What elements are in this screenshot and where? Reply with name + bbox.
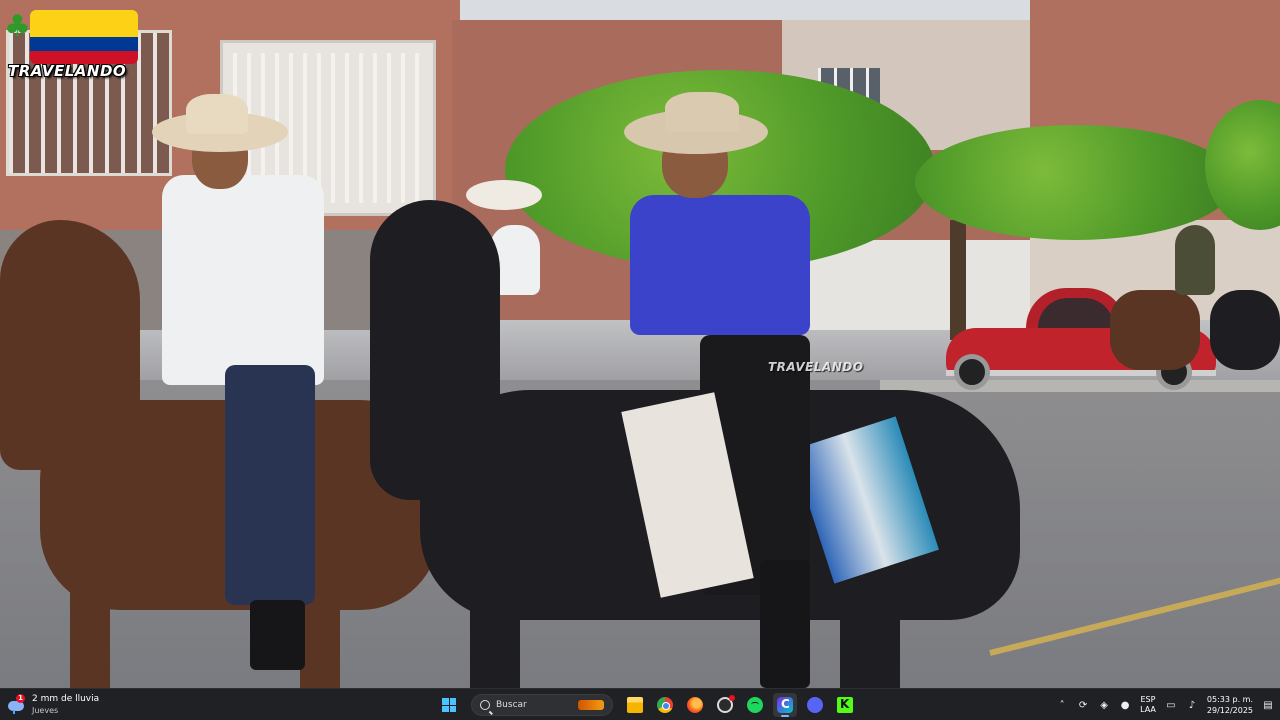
wifi-icon[interactable]: ▭ bbox=[1165, 699, 1177, 711]
kick-icon bbox=[837, 697, 853, 713]
spotify-button[interactable] bbox=[743, 693, 767, 717]
channel-logo-text: TRAVELANDO bbox=[8, 62, 127, 80]
taskbar: 1 2 mm de lluvia Jueves Buscar ˄ ⟳ ◈ bbox=[0, 688, 1280, 720]
file-explorer-button[interactable] bbox=[623, 693, 647, 717]
volume-icon[interactable]: ♪ bbox=[1186, 699, 1198, 711]
clock-time: 05:33 p. m. bbox=[1206, 695, 1253, 704]
language-indicator[interactable]: ESP LAA bbox=[1140, 695, 1156, 715]
rider-jeans bbox=[225, 365, 315, 605]
file-explorer-icon bbox=[627, 697, 643, 713]
search-icon bbox=[480, 700, 490, 710]
chrome-button[interactable] bbox=[653, 693, 677, 717]
green-tree bbox=[915, 125, 1235, 240]
start-button[interactable] bbox=[437, 693, 461, 717]
channel-logo: ♣ TRAVELANDO bbox=[4, 6, 146, 84]
discord-icon bbox=[807, 697, 823, 713]
colombia-flag-icon bbox=[30, 10, 138, 64]
horse-leg bbox=[840, 590, 900, 688]
sync-icon[interactable]: ⟳ bbox=[1077, 699, 1089, 711]
weather-widget[interactable]: 1 2 mm de lluvia Jueves bbox=[8, 692, 99, 718]
video-watermark: TRAVELANDO bbox=[768, 360, 864, 374]
horse-leg bbox=[70, 560, 110, 688]
palm-tree-icon: ♣ bbox=[4, 9, 31, 44]
discord-button[interactable] bbox=[803, 693, 827, 717]
microphone-icon[interactable]: ● bbox=[1119, 699, 1131, 711]
app-icon bbox=[717, 695, 735, 713]
rider-hat-crown bbox=[665, 92, 739, 132]
clock[interactable]: 05:33 p. m. 29/12/2025 bbox=[1207, 694, 1253, 716]
search-label: Buscar bbox=[496, 700, 527, 710]
car-wheel bbox=[954, 354, 990, 390]
background-woman-hat bbox=[466, 180, 542, 210]
windows-logo-icon bbox=[442, 698, 456, 712]
background-horse bbox=[1210, 290, 1280, 370]
keyboard-layout: LAA bbox=[1140, 705, 1156, 714]
notifications-icon[interactable]: ▤ bbox=[1262, 699, 1274, 711]
horse-leg bbox=[470, 570, 520, 688]
rider-blue-shirt bbox=[630, 195, 810, 335]
rider-hat-crown bbox=[186, 94, 248, 134]
network-icon[interactable]: ◈ bbox=[1098, 699, 1110, 711]
search-highlight-icon bbox=[578, 700, 604, 710]
language-code: ESP bbox=[1140, 695, 1156, 704]
rain-cloud-icon: 1 bbox=[8, 694, 26, 714]
show-hidden-icons-button[interactable]: ˄ bbox=[1056, 699, 1068, 711]
clock-date: 29/12/2025 bbox=[1206, 706, 1253, 715]
taskbar-search[interactable]: Buscar bbox=[471, 694, 613, 716]
rider-boot bbox=[250, 600, 305, 670]
firefox-icon bbox=[687, 697, 703, 713]
chrome-icon bbox=[657, 697, 673, 713]
firefox-button[interactable] bbox=[683, 693, 707, 717]
canva-button[interactable] bbox=[773, 693, 797, 717]
weather-day: Jueves bbox=[32, 706, 59, 715]
background-horse bbox=[1110, 290, 1200, 370]
background-rider bbox=[1175, 225, 1215, 295]
rider-boot bbox=[760, 560, 810, 688]
active-indicator bbox=[781, 715, 789, 717]
weather-alert-badge: 1 bbox=[16, 694, 25, 703]
canva-icon bbox=[777, 697, 793, 713]
kick-button[interactable] bbox=[833, 693, 857, 717]
spotify-icon bbox=[747, 697, 763, 713]
system-tray: ˄ ⟳ ◈ ● ESP LAA ▭ ♪ 05:33 p. m. 29/12/20… bbox=[1056, 692, 1274, 718]
app-button[interactable] bbox=[713, 693, 737, 717]
weather-summary: 2 mm de lluvia bbox=[32, 694, 100, 704]
rider-white-shirt bbox=[162, 175, 324, 385]
taskbar-center: Buscar bbox=[437, 692, 857, 718]
video-frame[interactable]: ♣ TRAVELANDO TRAVELANDO bbox=[0, 0, 1280, 688]
